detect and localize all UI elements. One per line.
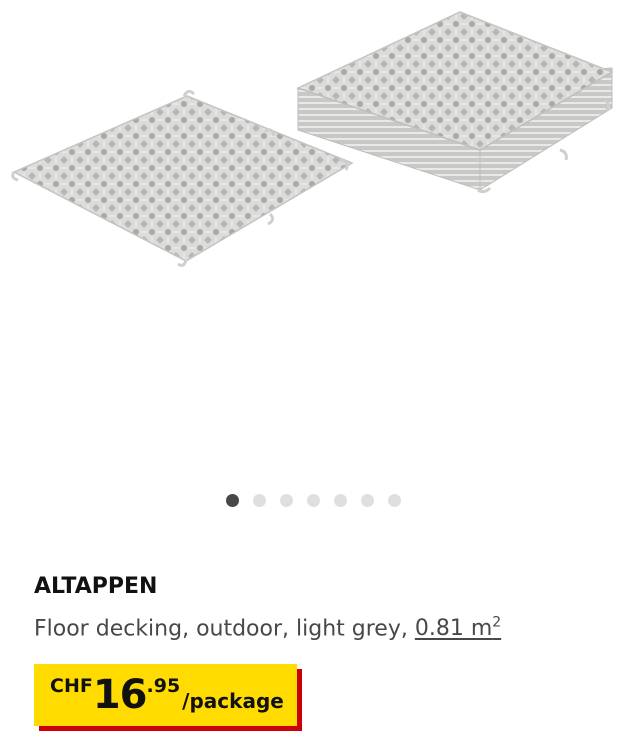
carousel-dot-5[interactable]	[334, 494, 347, 507]
price-unit: /package	[182, 689, 284, 713]
product-name: ALTAPPEN	[34, 574, 158, 599]
carousel-dot-2[interactable]	[253, 494, 266, 507]
carousel-dot-7[interactable]	[388, 494, 401, 507]
price-currency: CHF	[50, 675, 93, 697]
price-integer: 16	[92, 672, 148, 718]
price-decimals: .95	[146, 675, 181, 697]
price-tag: CHF 16 .95 /package	[34, 664, 297, 726]
carousel-dot-4[interactable]	[307, 494, 320, 507]
product-description-text: Floor decking, outdoor, light grey,	[34, 616, 415, 642]
carousel-dot-1[interactable]	[226, 494, 239, 507]
product-image	[11, 11, 614, 267]
carousel-dots	[226, 494, 401, 507]
measure-superscript: 2	[492, 615, 502, 631]
measure-value: 0.81 m	[414, 616, 493, 642]
carousel-dot-3[interactable]	[280, 494, 293, 507]
unit-measure-link[interactable]: 0.81 m2	[414, 615, 502, 642]
product-image-gallery[interactable]	[0, 0, 628, 480]
carousel-dot-6[interactable]	[361, 494, 374, 507]
product-description: Floor decking, outdoor, light grey, 0.81…	[34, 615, 501, 641]
